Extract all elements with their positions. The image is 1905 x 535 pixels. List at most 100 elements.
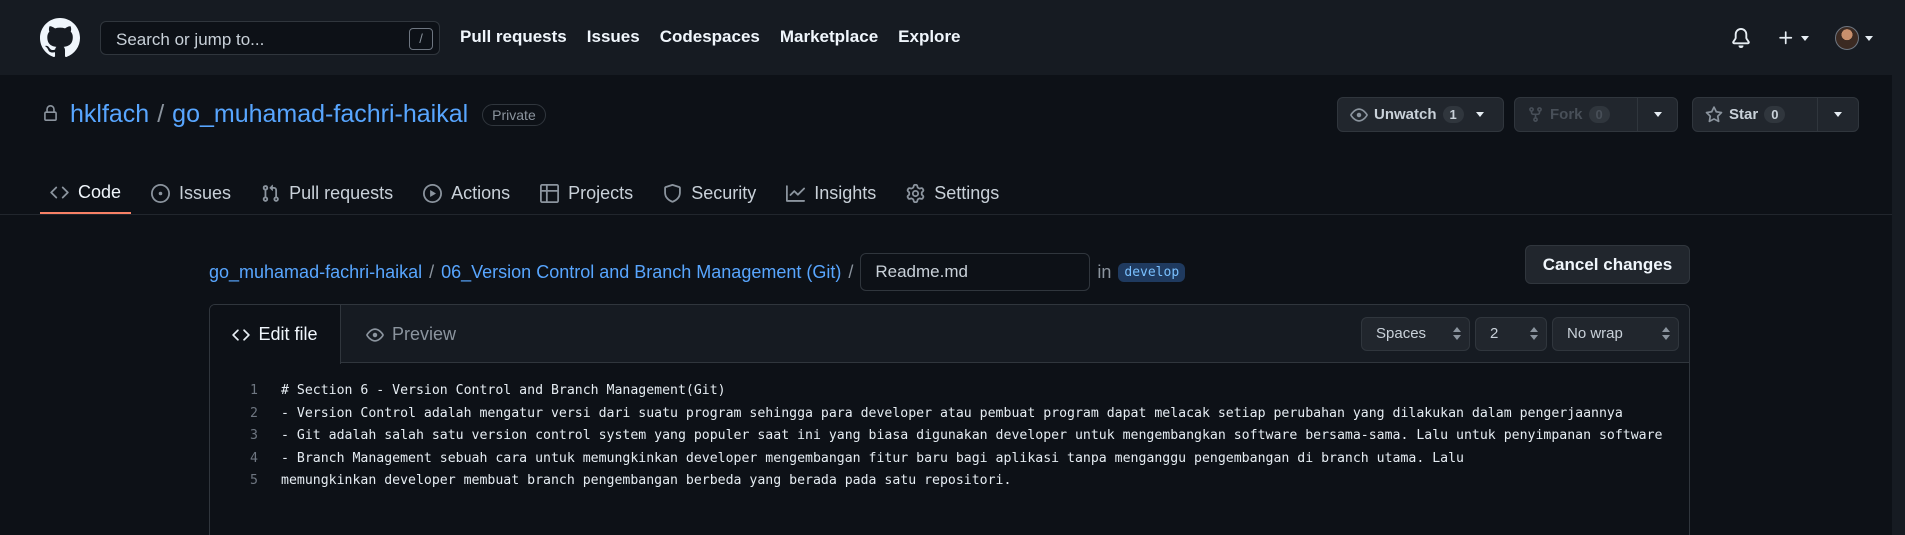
global-header: Search or jump to... / Pull requests Iss… [0,0,1905,75]
code-line: 3 - Git adalah salah satu version control… [210,425,1689,448]
line-text: - Git adalah salah satu version control … [281,428,1663,443]
breadcrumb: go_muhamad-fachri-haikal / 06_Version Co… [209,253,1186,291]
create-new-menu[interactable] [1777,29,1809,47]
user-menu[interactable] [1835,26,1873,50]
issue-icon [151,183,171,203]
gear-icon [906,183,925,203]
tab-label: Settings [934,182,1000,203]
play-icon [423,183,443,203]
star-count: 0 [1764,106,1786,123]
fork-dropdown[interactable] [1637,98,1677,131]
watch-label: Unwatch [1374,106,1437,123]
eye-icon [366,327,384,342]
watch-button[interactable]: Unwatch 1 [1337,97,1504,132]
tab-label: Security [691,182,757,203]
tab-label: Issues [179,182,232,203]
tab-edit-file[interactable]: Edit file [210,305,341,364]
visibility-badge: Private [482,103,546,126]
star-label: Star [1729,106,1759,123]
tab-label: Edit file [258,324,318,344]
pull-request-icon [262,184,279,202]
watch-count: 1 [1442,106,1464,123]
fork-label: Fork [1550,106,1583,123]
breadcrumb-separator: / [429,261,435,282]
search-input[interactable]: Search or jump to... / [100,21,440,55]
wrap-mode-select[interactable]: No wrap [1552,317,1679,351]
repo-owner-link[interactable]: hklfach [70,100,149,129]
search-shortcut-key: / [409,28,433,50]
avatar [1835,26,1859,50]
fork-button[interactable]: Fork 0 [1514,97,1678,132]
line-text: - Branch Management sebuah cara untuk me… [281,450,1464,466]
tab-label: Insights [814,182,877,203]
chevron-down-icon [1653,112,1662,117]
tab-pull-requests[interactable]: Pull requests [251,172,403,214]
line-number: 2 [250,405,258,421]
tab-actions[interactable]: Actions [413,172,520,214]
tab-issues[interactable]: Issues [141,172,241,214]
indent-mode-select[interactable]: Spaces [1361,317,1470,351]
tab-security[interactable]: Security [653,172,766,214]
editor-toolbar: Edit file Preview Spaces 2 No wrap [210,305,1689,364]
star-button[interactable]: Star 0 [1692,97,1859,132]
chevron-down-icon [1475,112,1484,117]
breadcrumb-repo-link[interactable]: go_muhamad-fachri-haikal [209,262,422,283]
code-line: 4 - Branch Management sebuah cara untuk m… [210,448,1689,471]
search-placeholder: Search or jump to... [116,30,265,49]
tab-label: Pull requests [289,182,394,203]
tab-code[interactable]: Code [40,172,132,214]
breadcrumb-separator: / [848,261,854,282]
nav-issues[interactable]: Issues [587,27,640,47]
indent-size-select[interactable]: 2 [1475,317,1547,351]
tab-label: Preview [392,324,457,344]
code-line: 5 memungkinkan developer membuat branch p… [210,470,1689,493]
nav-codespaces[interactable]: Codespaces [660,27,760,47]
nav-explore[interactable]: Explore [898,27,960,47]
repo-tabs: Code Issues Pull requests Actions Projec… [40,172,1019,214]
chevron-down-icon [1834,112,1843,117]
code-icon [50,186,69,198]
lock-icon [44,105,57,121]
tab-label: Actions [451,182,511,203]
line-text: # Section 6 - Version Control and Branch… [281,383,726,398]
bell-icon[interactable] [1731,28,1751,48]
tab-insights[interactable]: Insights [776,172,886,214]
tab-label: Projects [568,182,634,203]
cancel-changes-button[interactable]: Cancel changes [1525,245,1690,284]
github-logo-icon[interactable] [40,18,80,58]
nav-marketplace[interactable]: Marketplace [780,27,878,47]
page-scrollbar[interactable] [1892,0,1905,535]
branch-badge: develop [1118,262,1186,282]
code-line: 1 # Section 6 - Version Control and Branc… [210,380,1689,403]
tab-settings[interactable]: Settings [896,172,1009,214]
eye-icon [1350,107,1368,122]
shield-icon [664,183,681,203]
star-icon [1705,105,1723,122]
chevron-down-icon [1865,35,1873,41]
repo-separator: / [157,100,165,128]
select-arrows-icon [1530,327,1538,340]
file-editor: Edit file Preview Spaces 2 No wrap 1 # Se… [209,304,1690,535]
code-area[interactable]: 1 # Section 6 - Version Control and Branc… [210,380,1689,493]
select-arrows-icon [1453,327,1461,340]
select-arrows-icon [1662,327,1670,340]
graph-icon [786,184,806,202]
tab-label: Code [78,181,122,202]
table-icon [540,183,560,203]
filename-input[interactable]: Readme.md [860,253,1091,291]
line-number: 3 [250,428,258,443]
nav-pull-requests[interactable]: Pull requests [460,27,567,47]
tab-projects[interactable]: Projects [530,172,643,214]
code-line: 2 - Version Control adalah mengatur versi… [210,403,1689,426]
code-icon [232,328,251,341]
tab-preview[interactable]: Preview [366,305,456,364]
line-number: 4 [250,450,258,466]
plus-icon [1779,31,1793,45]
in-label: in [1097,261,1112,282]
repo-name-link[interactable]: go_muhamad-fachri-haikal [172,100,468,129]
line-text: memungkinkan developer membuat branch pe… [281,473,1012,488]
star-dropdown[interactable] [1817,98,1858,131]
breadcrumb-folder-link[interactable]: 06_Version Control and Branch Management… [441,262,841,283]
header-actions [1731,26,1873,50]
fork-icon [1529,107,1542,122]
